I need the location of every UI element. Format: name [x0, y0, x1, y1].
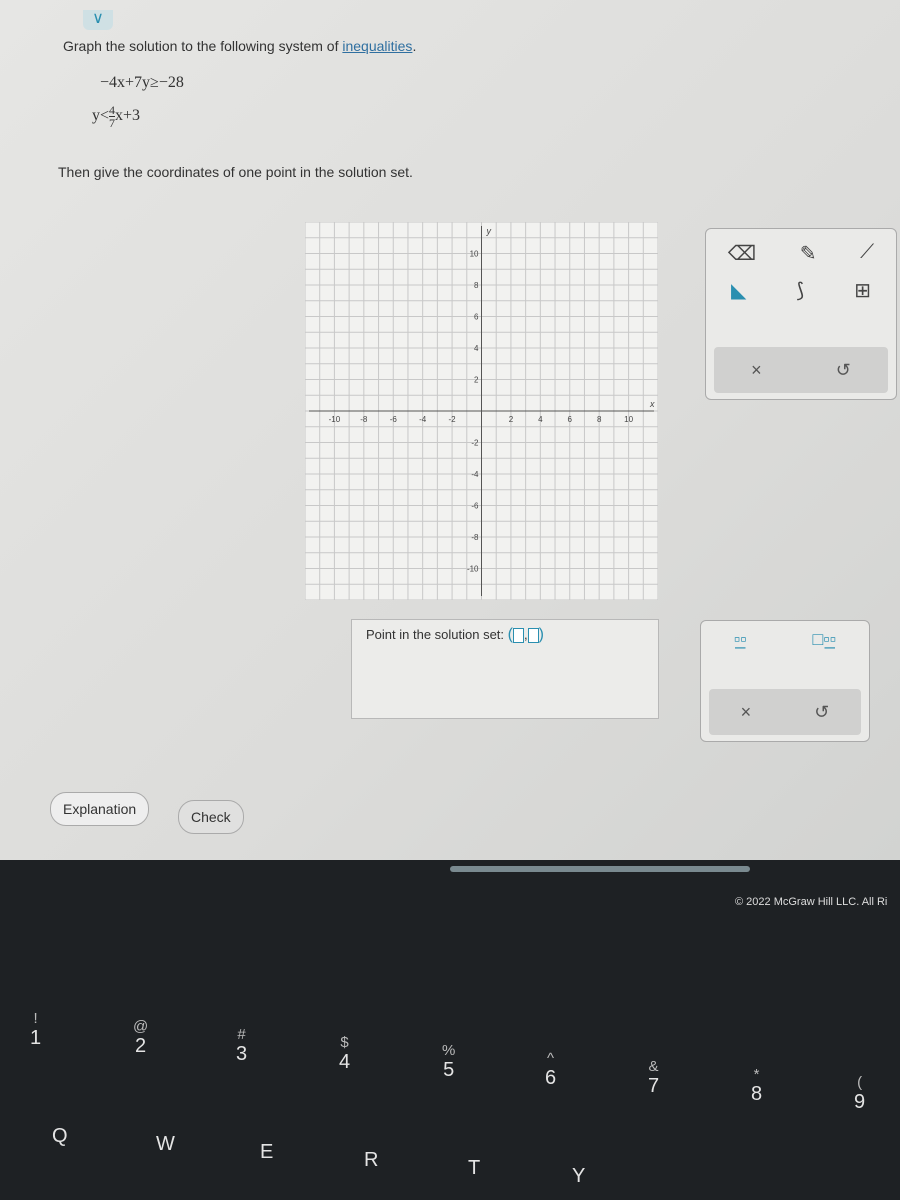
y-axis-label: y [486, 226, 492, 236]
x-tick-label: -6 [390, 415, 398, 424]
grid-icon[interactable]: ⊞ [854, 278, 871, 303]
coordinate-graph[interactable]: -10 -8 -6 -4 -2 2 4 6 8 10 10 8 6 4 2 -2 -4 -6 -8 -10 x y [305, 222, 658, 600]
explanation-button[interactable]: Explanation [50, 792, 150, 826]
prompt-text: Graph the solution to the following syst… [63, 38, 339, 54]
clear-button[interactable]: × [751, 360, 762, 381]
scrollbar[interactable] [450, 866, 750, 872]
x-tick-label: 4 [538, 415, 543, 424]
fraction-tools-panel: ▫̲▫ □▫̲▫ × ↺ [700, 620, 870, 742]
x-tick-label: 2 [509, 415, 514, 424]
screen: ∨ Graph the solution to the following sy… [0, 0, 900, 860]
y-tick-label: -6 [471, 502, 479, 511]
problem-prompt: Graph the solution to the following syst… [63, 38, 416, 54]
ineq2-left: y< [92, 107, 110, 125]
key-main: 9 [854, 1091, 866, 1113]
key-5[interactable]: % 5 [442, 1042, 455, 1082]
key-shift-symbol: % [442, 1042, 456, 1059]
key-3[interactable]: #3 [236, 1026, 247, 1066]
key-q[interactable]: Q [52, 1125, 68, 1148]
key-shift-symbol: ^ [547, 1050, 555, 1067]
fraction-icon[interactable]: ▫̲▫ [734, 629, 747, 650]
pencil-icon[interactable]: ✎ [800, 241, 817, 266]
undo-button[interactable]: ↺ [814, 702, 829, 723]
copyright: © 2022 McGraw Hill LLC. All Ri [735, 896, 888, 908]
y-tick-label: -8 [471, 533, 479, 542]
line-icon[interactable]: ⟋ [860, 241, 874, 266]
key-y[interactable]: Y [572, 1165, 585, 1188]
key-9[interactable]: (9 [854, 1074, 865, 1114]
key-2[interactable]: @2 [133, 1018, 148, 1058]
key-main: 4 [339, 1051, 351, 1073]
y-tick-label: 4 [474, 344, 479, 353]
y-coordinate-input[interactable] [527, 628, 539, 644]
x-tick-label: -4 [419, 415, 427, 424]
key-main: 7 [648, 1075, 660, 1097]
fill-region-icon[interactable]: ◣ [731, 278, 746, 303]
close-paren: ) [538, 626, 544, 643]
clear-button[interactable]: × [741, 702, 752, 723]
graph-tools-panel: ⌫ ✎ ⟋ ◣ ⟆ ⊞ × ↺ [705, 228, 897, 400]
x-tick-label: 8 [597, 415, 602, 424]
key-main: 5 [443, 1059, 455, 1081]
key-t[interactable]: T [468, 1157, 480, 1180]
key-shift-symbol: * [753, 1066, 760, 1083]
x-coordinate-input[interactable] [512, 628, 524, 644]
x-tick-label: 6 [568, 415, 573, 424]
eraser-icon[interactable]: ⌫ [728, 241, 756, 266]
tools-action-bar: × ↺ [714, 347, 888, 393]
answer-label-text: Point in the solution set: [366, 627, 505, 642]
inequalities-link[interactable]: inequalities [342, 38, 412, 54]
inequality-2: y< 4 7 x+3 [92, 104, 140, 129]
y-tick-label: -10 [467, 565, 479, 574]
check-button[interactable]: Check [178, 800, 244, 834]
y-tick-label: 6 [474, 313, 479, 322]
key-7[interactable]: & 7 [648, 1058, 659, 1098]
y-tick-label: 10 [470, 250, 479, 259]
key-8[interactable]: * 8 [751, 1066, 762, 1106]
undo-button[interactable]: ↺ [836, 360, 851, 381]
key-shift-symbol: ! [33, 1010, 38, 1027]
key-4[interactable]: $4 [339, 1034, 350, 1074]
key-main: 1 [30, 1027, 42, 1049]
inequality-1: −4x+7y≥−28 [100, 74, 184, 91]
key-shift-symbol: ( [857, 1074, 863, 1091]
y-tick-label: -2 [471, 439, 479, 448]
curve-icon[interactable]: ⟆ [796, 278, 804, 303]
key-shift-symbol: & [648, 1058, 659, 1075]
collapse-chevron-button[interactable]: ∨ [83, 10, 113, 30]
key-shift-symbol: @ [133, 1018, 149, 1035]
key-shift-symbol: $ [340, 1034, 349, 1051]
key-main: 6 [545, 1067, 557, 1089]
x-tick-label: 10 [624, 415, 633, 424]
x-tick-label: -2 [449, 415, 457, 424]
key-1[interactable]: ! 1 [30, 1010, 41, 1050]
y-tick-label: 8 [474, 281, 479, 290]
instruction-text: Then give the coordinates of one point i… [58, 164, 413, 180]
key-e[interactable]: E [260, 1141, 273, 1164]
answer-box: Point in the solution set: (,) [351, 619, 659, 719]
key-main: 8 [751, 1083, 763, 1105]
y-tick-label: -4 [471, 470, 479, 479]
period: . [412, 38, 417, 54]
mixed-number-icon[interactable]: □▫̲▫ [812, 629, 836, 650]
ineq2-right: x+3 [115, 107, 141, 125]
x-tick-label: -10 [329, 415, 341, 424]
x-axis-label: x [649, 399, 655, 409]
key-6[interactable]: ^ 6 [545, 1050, 556, 1090]
key-main: 3 [236, 1043, 248, 1065]
key-w[interactable]: W [156, 1133, 175, 1156]
x-tick-label: -8 [360, 415, 368, 424]
key-shift-symbol: # [237, 1026, 246, 1043]
y-tick-label: 2 [474, 376, 479, 385]
key-r[interactable]: R [364, 1149, 378, 1172]
fraction-action-bar: × ↺ [709, 689, 861, 735]
key-main: 2 [135, 1035, 147, 1057]
answer-label: Point in the solution set: (,) [366, 626, 544, 644]
